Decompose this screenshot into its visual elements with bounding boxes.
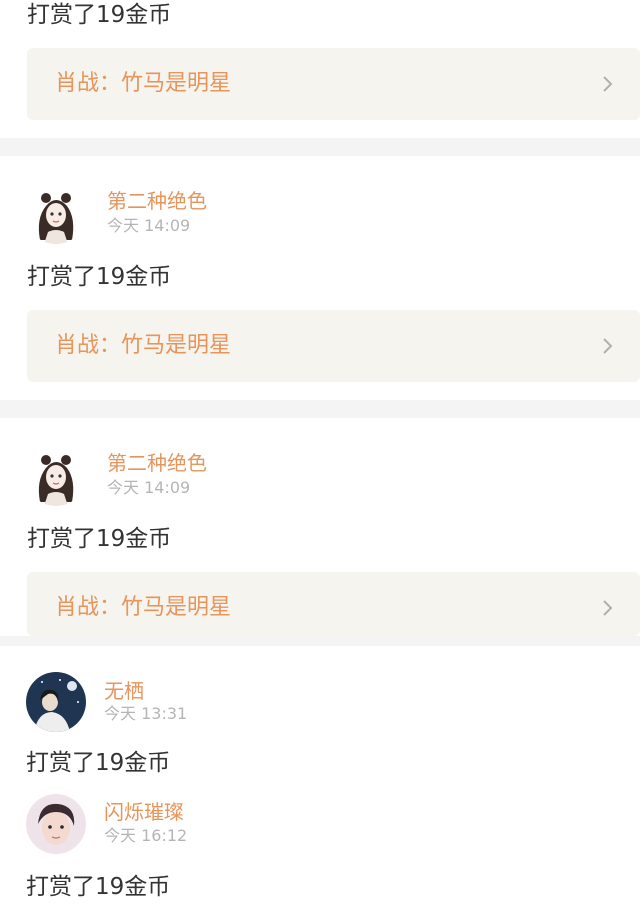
reward-message: 打赏了19金币: [27, 264, 172, 290]
timestamp: 今天 13:31: [104, 704, 188, 723]
reward-message: 打赏了19金币: [27, 526, 172, 552]
reward-entry: 第二种绝色 今天 14:09 打赏了19金币 肖战：竹马是明星: [0, 418, 640, 636]
timestamp: 今天 14:09: [107, 478, 191, 497]
night-scene-avatar-icon: [26, 672, 86, 732]
reward-message: 打赏了19金币: [26, 874, 171, 900]
avatar[interactable]: [26, 446, 86, 506]
user-name[interactable]: 无栖: [104, 679, 144, 703]
avatar[interactable]: [26, 184, 86, 244]
avatar[interactable]: [26, 672, 86, 732]
book-link-card[interactable]: 肖战：竹马是明星: [27, 572, 640, 636]
book-link-card[interactable]: 肖战：竹马是明星: [27, 48, 640, 120]
portrait-avatar-icon: [26, 794, 86, 854]
book-link-card[interactable]: 肖战：竹马是明星: [27, 310, 640, 382]
book-link-title: 肖战：竹马是明星: [55, 595, 232, 620]
book-link-title: 肖战：竹马是明星: [55, 71, 232, 96]
reward-entry: 第二种绝色 今天 14:09 打赏了19金币 肖战：竹马是明星: [0, 156, 640, 400]
section-divider: [0, 636, 640, 646]
chevron-right-icon: [603, 338, 613, 354]
reward-entry: 闪烁璀璨 今天 16:12 打赏了19金币: [0, 776, 640, 912]
book-link-title: 肖战：竹马是明星: [55, 333, 232, 358]
reward-feed: 打赏了19金币 肖战：竹马是明星 第二种绝色 今天 14:09 打赏了19金币: [0, 0, 640, 912]
user-name[interactable]: 闪烁璀璨: [104, 800, 184, 824]
avatar[interactable]: [26, 794, 86, 854]
user-name[interactable]: 第二种绝色: [107, 189, 207, 213]
section-divider: [0, 400, 640, 418]
reward-message: 打赏了19金币: [27, 2, 172, 28]
user-name[interactable]: 第二种绝色: [107, 451, 207, 475]
section-divider: [0, 138, 640, 156]
girl-sketch-avatar-icon: [26, 184, 86, 244]
timestamp: 今天 14:09: [107, 216, 191, 235]
chevron-right-icon: [603, 76, 613, 92]
reward-entry: 无栖 今天 13:31 打赏了19金币: [0, 646, 640, 776]
reward-message: 打赏了19金币: [26, 750, 171, 776]
chevron-right-icon: [603, 600, 613, 616]
timestamp: 今天 16:12: [104, 826, 188, 845]
girl-sketch-avatar-icon: [26, 446, 86, 506]
